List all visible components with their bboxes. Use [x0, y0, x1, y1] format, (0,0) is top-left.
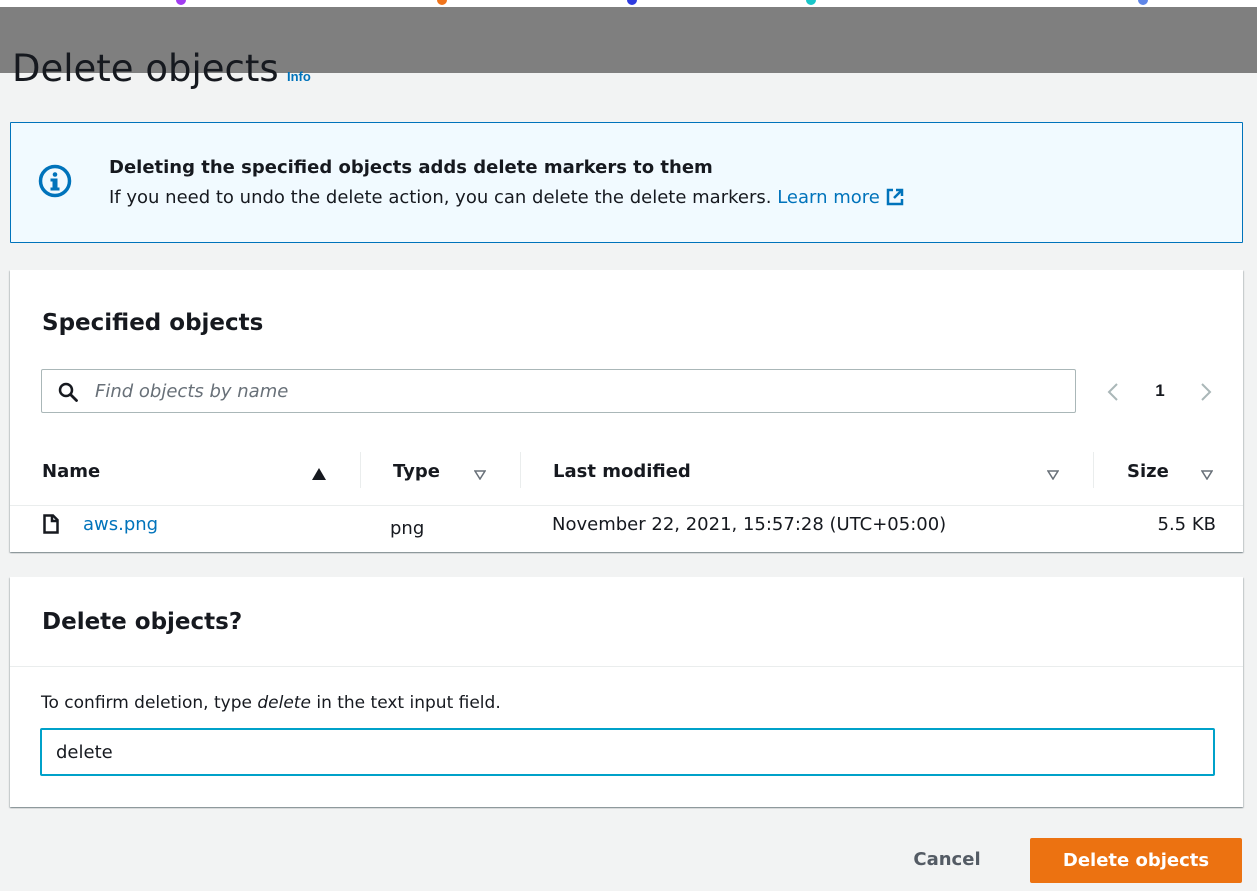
column-divider[interactable] [360, 452, 361, 488]
bookmark-icon[interactable] [1138, 0, 1148, 5]
learn-more-label: Learn more [777, 187, 880, 208]
search-input[interactable] [95, 370, 1055, 412]
sort-unsorted-icon[interactable] [474, 470, 486, 480]
learn-more-link[interactable]: Learn more [777, 187, 904, 208]
delete-objects-button[interactable]: Delete objects [1030, 838, 1242, 883]
column-header-size[interactable]: Size [1127, 461, 1169, 482]
column-header-type[interactable]: Type [393, 461, 440, 482]
confirm-keyword: delete [257, 693, 311, 713]
object-size: 5.5 KB [1157, 514, 1217, 535]
search-icon [58, 382, 78, 402]
bookmark-icon[interactable] [627, 0, 637, 5]
sort-unsorted-icon[interactable] [1047, 470, 1059, 480]
specified-objects-title: Specified objects [42, 310, 264, 336]
table-header: Name Type Last modified Size [10, 435, 1243, 506]
external-link-icon [886, 188, 904, 206]
column-header-last-modified[interactable]: Last modified [553, 461, 691, 482]
object-name-link[interactable]: aws.png [83, 514, 158, 535]
info-alert: Deleting the specified objects adds dele… [10, 122, 1243, 243]
previous-page-button[interactable] [1100, 369, 1128, 413]
file-icon [43, 514, 59, 534]
sort-unsorted-icon[interactable] [1201, 470, 1213, 480]
alert-message-line: If you need to undo the delete action, y… [109, 187, 904, 208]
confirm-instruction-after: in the text input field. [310, 693, 501, 713]
column-divider[interactable] [520, 452, 521, 488]
table-row: aws.png png November 22, 2021, 15:57:28 … [10, 506, 1243, 552]
delete-confirm-title: Delete objects? [42, 609, 243, 635]
bookmark-icon[interactable] [176, 0, 186, 5]
specified-objects-panel: Specified objects 1 Name Type Last modif… [10, 270, 1243, 552]
column-divider[interactable] [1093, 452, 1094, 488]
confirm-delete-input[interactable] [40, 728, 1215, 776]
next-page-button[interactable] [1193, 369, 1221, 413]
page-title: Delete objects [12, 47, 279, 90]
chevron-right-icon [1201, 383, 1212, 401]
object-last-modified: November 22, 2021, 15:57:28 (UTC+05:00) [552, 514, 947, 535]
delete-confirm-panel: Delete objects? To confirm deletion, typ… [10, 577, 1243, 807]
sort-ascending-icon[interactable] [312, 468, 326, 480]
info-link[interactable]: Info [287, 69, 311, 84]
confirm-instruction-before: To confirm deletion, type [41, 693, 258, 713]
confirm-instruction: To confirm deletion, type delete in the … [41, 693, 501, 713]
current-page-number[interactable]: 1 [1150, 369, 1170, 413]
bookmark-icon[interactable] [437, 0, 447, 5]
alert-message: If you need to undo the delete action, y… [109, 187, 772, 208]
cancel-button[interactable]: Cancel [889, 839, 1005, 879]
info-circle-icon [38, 164, 72, 198]
chevron-left-icon [1107, 383, 1118, 401]
bookmark-icon[interactable] [806, 0, 816, 5]
alert-title: Deleting the specified objects adds dele… [109, 157, 713, 178]
search-box [41, 369, 1076, 413]
panel-divider [10, 666, 1243, 667]
object-type: png [390, 518, 425, 539]
column-header-name[interactable]: Name [42, 461, 100, 482]
browser-bookmarks-strip [0, 0, 1257, 7]
